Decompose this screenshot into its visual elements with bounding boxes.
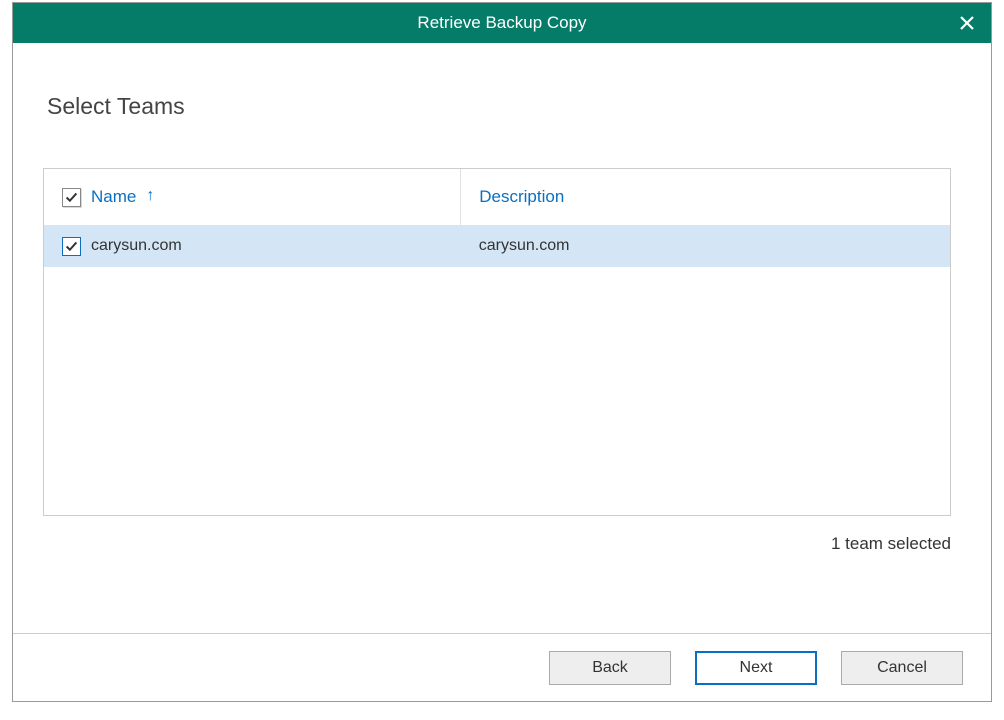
dialog-content: Select Teams Name [13,43,991,633]
table-row[interactable]: carysun.com carysun.com [44,225,950,267]
dialog-title: Retrieve Backup Copy [417,13,586,33]
col-name-label: Name [91,187,136,207]
col-desc-label: Description [479,187,564,206]
column-header-description[interactable]: Description [461,169,950,225]
retrieve-backup-copy-dialog: Retrieve Backup Copy Select Teams [12,2,992,702]
back-button[interactable]: Back [549,651,671,685]
titlebar: Retrieve Backup Copy [13,3,991,43]
selection-status: 1 team selected [43,534,951,554]
teams-table-wrap: Name ↑ Description [43,168,951,516]
row-checkbox[interactable] [62,237,81,256]
next-button[interactable]: Next [695,651,817,685]
cancel-button[interactable]: Cancel [841,651,963,685]
check-icon [65,240,78,253]
row-description: carysun.com [479,237,570,254]
dialog-footer: Back Next Cancel [13,633,991,701]
column-header-name[interactable]: Name ↑ [44,169,461,225]
select-all-checkbox[interactable] [62,188,81,207]
row-name: carysun.com [91,237,182,255]
check-icon [65,191,78,204]
sort-asc-icon: ↑ [146,187,154,205]
close-icon [959,15,975,31]
close-button[interactable] [943,3,991,43]
page-heading: Select Teams [47,93,951,120]
teams-table: Name ↑ Description [44,169,950,267]
